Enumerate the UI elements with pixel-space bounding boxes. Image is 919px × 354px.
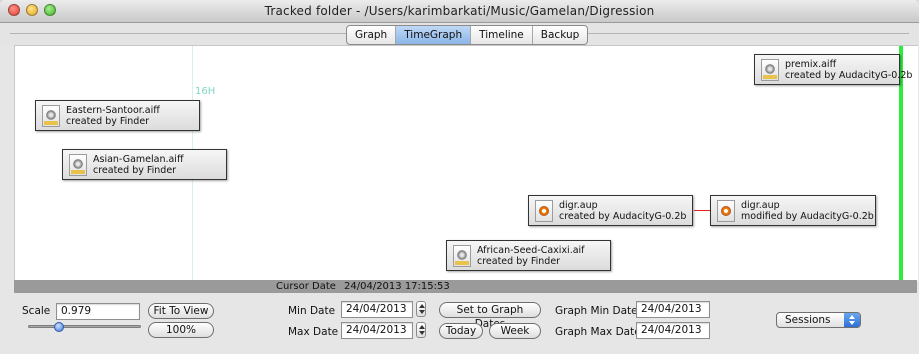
min-date-stepper[interactable]	[416, 301, 426, 317]
file-note: created by AudacityG-0.2b	[559, 210, 687, 222]
today-button[interactable]: Today	[439, 323, 483, 339]
mode-select-value: Sessions	[785, 314, 831, 326]
file-node-text: African-Seed-Caxixi.aif created by Finde…	[477, 245, 585, 267]
file-note: created by Finder	[477, 255, 561, 267]
max-date-label: Max Date	[288, 326, 339, 338]
file-note: created by Finder	[93, 164, 177, 176]
view-tabs: Graph TimeGraph Timeline Backup	[346, 25, 589, 45]
timegraph-canvas[interactable]: 16H premix.aiff created by AudacityG-0.2…	[14, 45, 918, 281]
title-bar[interactable]: Tracked folder - /Users/karimbarkati/Mus…	[0, 0, 919, 23]
file-note: modified by AudacityG-0.2b	[741, 210, 874, 222]
audacity-project-icon	[717, 199, 735, 222]
main-window: Tracked folder - /Users/karimbarkati/Mus…	[0, 0, 919, 354]
file-name: digr.aup	[559, 199, 598, 211]
file-node-premix[interactable]: premix.aiff created by AudacityG-0.2b	[754, 54, 912, 85]
graph-max-date-label: Graph Max Date	[555, 326, 641, 338]
file-name: African-Seed-Caxixi.aif	[477, 244, 585, 256]
tab-timeline[interactable]: Timeline	[471, 26, 533, 44]
tab-bar: Graph TimeGraph Timeline Backup	[0, 23, 919, 45]
set-to-graph-dates-button[interactable]: Set to Graph Dates	[439, 302, 541, 330]
scale-slider-knob[interactable]	[53, 322, 64, 332]
mode-select[interactable]: Sessions	[776, 312, 861, 328]
cursor-date-label: Cursor Date	[276, 281, 336, 292]
file-node-digr-modified[interactable]: digr.aup modified by AudacityG-0.2b	[710, 195, 876, 226]
tab-timegraph[interactable]: TimeGraph	[396, 26, 472, 44]
window-title: Tracked folder - /Users/karimbarkati/Mus…	[264, 4, 655, 18]
min-date-label: Min Date	[288, 305, 336, 317]
audio-file-icon	[69, 153, 87, 176]
scale-input[interactable]: 0.979	[56, 303, 140, 320]
audio-file-icon	[453, 244, 471, 267]
cursor-date-value: 24/04/2013 17:15:53	[344, 281, 450, 292]
zoom-100-button[interactable]: 100%	[148, 322, 214, 338]
file-note: created by AudacityG-0.2b	[785, 69, 913, 81]
file-node-text: digr.aup created by AudacityG-0.2b	[559, 200, 686, 222]
file-node-text: Asian-Gamelan.aiff created by Finder	[93, 154, 184, 176]
week-button[interactable]: Week	[489, 323, 541, 339]
file-node-text: Eastern-Santoor.aiff created by Finder	[66, 105, 160, 127]
audio-file-icon	[761, 58, 779, 81]
file-node-digr-created[interactable]: digr.aup created by AudacityG-0.2b	[528, 195, 693, 226]
file-node-text: digr.aup modified by AudacityG-0.2b	[741, 200, 874, 222]
updown-arrows-icon	[844, 313, 860, 327]
time-marker-label: 16H	[195, 86, 216, 97]
graph-min-date-label: Graph Min Date	[555, 305, 638, 317]
audio-file-icon	[42, 104, 60, 127]
min-date-field[interactable]: 24/04/2013	[341, 301, 413, 318]
cursor-status-bar: Cursor Date 24/04/2013 17:15:53	[14, 280, 917, 293]
audacity-project-icon	[535, 199, 553, 222]
tab-backup[interactable]: Backup	[533, 26, 587, 44]
scale-label: Scale	[22, 305, 51, 317]
file-name: premix.aiff	[785, 58, 837, 70]
file-name: Eastern-Santoor.aiff	[66, 104, 160, 116]
max-date-stepper[interactable]	[416, 322, 426, 338]
file-node-eastern-santoor[interactable]: Eastern-Santoor.aiff created by Finder	[35, 100, 200, 131]
scale-slider[interactable]	[28, 322, 141, 332]
file-node-asian-gamelan[interactable]: Asian-Gamelan.aiff created by Finder	[62, 149, 227, 180]
file-note: created by Finder	[66, 115, 150, 127]
file-name: Asian-Gamelan.aiff	[93, 153, 184, 165]
controls-panel: Scale 0.979 Fit To View 100% Min Date 24…	[0, 293, 919, 354]
fit-to-view-button[interactable]: Fit To View	[148, 303, 214, 319]
file-name: digr.aup	[741, 199, 780, 211]
tab-graph[interactable]: Graph	[347, 26, 397, 44]
graph-min-date-field[interactable]: 24/04/2013	[636, 301, 710, 318]
max-date-field[interactable]: 24/04/2013	[341, 322, 413, 339]
graph-max-date-field[interactable]: 24/04/2013	[636, 322, 710, 339]
file-node-african-seed-caxixi[interactable]: African-Seed-Caxixi.aif created by Finde…	[446, 240, 611, 271]
file-node-text: premix.aiff created by AudacityG-0.2b	[785, 59, 912, 81]
